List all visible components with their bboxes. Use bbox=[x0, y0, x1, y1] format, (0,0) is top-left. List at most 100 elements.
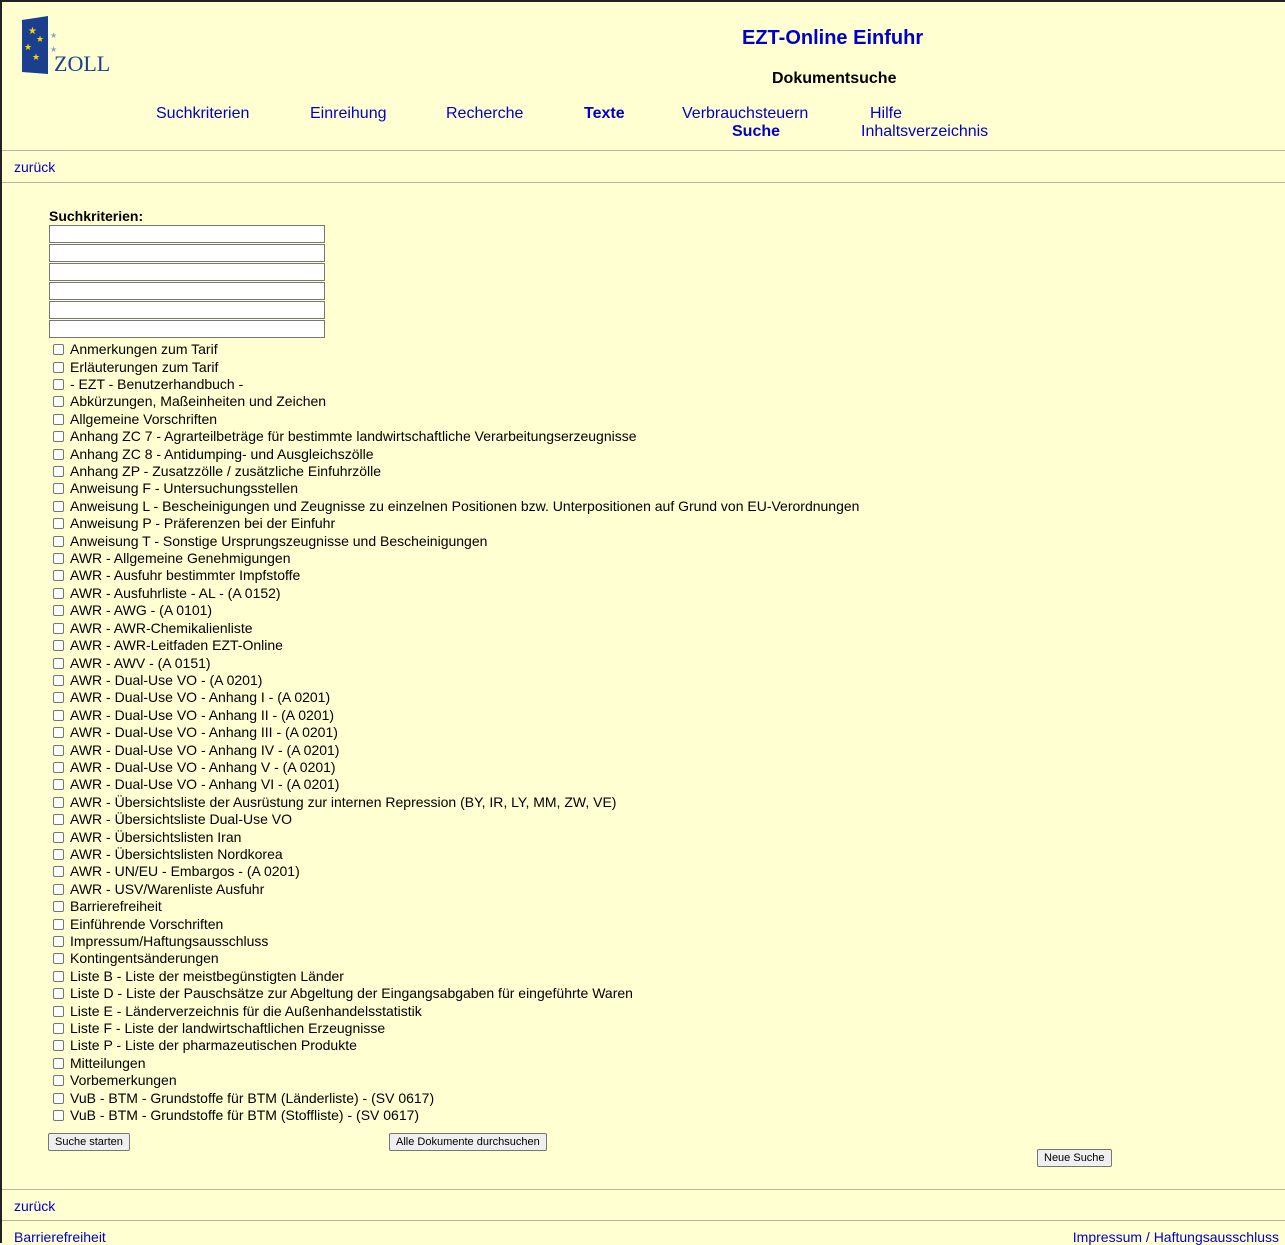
checkbox-row[interactable]: AWR - Dual-Use VO - Anhang II - (A 0201) bbox=[49, 707, 859, 724]
checkbox-row[interactable]: - EZT - Benutzerhandbuch - bbox=[49, 376, 859, 393]
search-input-4[interactable] bbox=[49, 282, 325, 300]
checkbox-row[interactable]: Liste B - Liste der meistbegünstigten Lä… bbox=[49, 968, 859, 985]
checkbox-row[interactable]: VuB - BTM - Grundstoffe für BTM (Länderl… bbox=[49, 1089, 859, 1106]
checkbox-row[interactable]: AWR - Dual-Use VO - Anhang III - (A 0201… bbox=[49, 724, 859, 741]
document-checkbox[interactable] bbox=[53, 709, 64, 721]
nav-suchkriterien[interactable]: Suchkriterien bbox=[156, 105, 249, 123]
document-checkbox[interactable] bbox=[53, 413, 64, 425]
checkbox-row[interactable]: Abkürzungen, Maßeinheiten und Zeichen bbox=[49, 393, 859, 410]
document-checkbox[interactable] bbox=[53, 396, 64, 408]
new-search-button[interactable]: Neue Suche bbox=[1037, 1149, 1112, 1167]
document-checkbox[interactable] bbox=[53, 483, 64, 495]
nav-inhaltsverzeichnis[interactable]: Inhaltsverzeichnis bbox=[861, 123, 988, 141]
document-checkbox[interactable] bbox=[53, 848, 64, 860]
document-checkbox[interactable] bbox=[53, 866, 64, 878]
nav-recherche[interactable]: Recherche bbox=[446, 105, 523, 123]
checkbox-row[interactable]: AWR - UN/EU - Embargos - (A 0201) bbox=[49, 863, 859, 880]
document-checkbox[interactable] bbox=[53, 936, 64, 948]
checkbox-row[interactable]: AWR - Dual-Use VO - Anhang V - (A 0201) bbox=[49, 759, 859, 776]
document-checkbox[interactable] bbox=[53, 448, 64, 460]
checkbox-row[interactable]: Anhang ZC 7 - Agrarteilbeträge für besti… bbox=[49, 428, 859, 445]
checkbox-row[interactable]: AWR - Übersichtsliste Dual-Use VO bbox=[49, 811, 859, 828]
document-checkbox[interactable] bbox=[53, 605, 64, 617]
document-checkbox[interactable] bbox=[53, 657, 64, 669]
document-checkbox[interactable] bbox=[53, 570, 64, 582]
document-checkbox[interactable] bbox=[53, 431, 64, 443]
document-checkbox[interactable] bbox=[53, 779, 64, 791]
checkbox-row[interactable]: AWR - AWR-Leitfaden EZT-Online bbox=[49, 637, 859, 654]
search-all-documents-button[interactable]: Alle Dokumente durchsuchen bbox=[389, 1133, 547, 1151]
document-checkbox[interactable] bbox=[53, 901, 64, 913]
search-input-2[interactable] bbox=[49, 244, 325, 262]
checkbox-row[interactable]: AWR - AWV - (A 0151) bbox=[49, 654, 859, 671]
checkbox-row[interactable]: Liste F - Liste der landwirtschaftlichen… bbox=[49, 1020, 859, 1037]
checkbox-row[interactable]: Liste D - Liste der Pauschsätze zur Abge… bbox=[49, 985, 859, 1002]
checkbox-row[interactable]: AWR - Dual-Use VO - Anhang I - (A 0201) bbox=[49, 689, 859, 706]
checkbox-row[interactable]: Mitteilungen bbox=[49, 1055, 859, 1072]
document-checkbox[interactable] bbox=[53, 814, 64, 826]
checkbox-row[interactable]: AWR - USV/Warenliste Ausfuhr bbox=[49, 881, 859, 898]
document-checkbox[interactable] bbox=[53, 918, 64, 930]
checkbox-row[interactable]: Impressum/Haftungsausschluss bbox=[49, 933, 859, 950]
document-checkbox[interactable] bbox=[53, 1075, 64, 1087]
checkbox-row[interactable]: AWR - Übersichtslisten Nordkorea bbox=[49, 846, 859, 863]
nav-suche[interactable]: Suche bbox=[732, 123, 808, 141]
nav-einreihung[interactable]: Einreihung bbox=[310, 105, 387, 123]
document-checkbox[interactable] bbox=[53, 744, 64, 756]
checkbox-row[interactable]: Anweisung T - Sonstige Ursprungszeugniss… bbox=[49, 532, 859, 549]
checkbox-row[interactable]: Anweisung L - Bescheinigungen und Zeugni… bbox=[49, 498, 859, 515]
checkbox-row[interactable]: Liste P - Liste der pharmazeutischen Pro… bbox=[49, 1037, 859, 1054]
document-checkbox[interactable] bbox=[53, 535, 64, 547]
checkbox-row[interactable]: AWR - Ausfuhrliste - AL - (A 0152) bbox=[49, 585, 859, 602]
checkbox-row[interactable]: AWR - Übersichtsliste der Ausrüstung zur… bbox=[49, 794, 859, 811]
document-checkbox[interactable] bbox=[53, 622, 64, 634]
checkbox-row[interactable]: AWR - Allgemeine Genehmigungen bbox=[49, 550, 859, 567]
checkbox-row[interactable]: Erläuterungen zum Tarif bbox=[49, 358, 859, 375]
checkbox-row[interactable]: AWR - Ausfuhr bestimmter Impfstoffe bbox=[49, 567, 859, 584]
start-search-button[interactable]: Suche starten bbox=[48, 1133, 130, 1151]
document-checkbox[interactable] bbox=[53, 883, 64, 895]
nav-verbrauchsteuern[interactable]: Verbrauchsteuern bbox=[682, 105, 808, 123]
document-checkbox[interactable] bbox=[53, 1023, 64, 1035]
search-input-1[interactable] bbox=[49, 225, 325, 243]
document-checkbox[interactable] bbox=[53, 953, 64, 965]
document-checkbox[interactable] bbox=[53, 500, 64, 512]
checkbox-row[interactable]: Anweisung F - Untersuchungsstellen bbox=[49, 480, 859, 497]
back-link-bottom[interactable]: zurück bbox=[14, 1198, 55, 1214]
document-checkbox[interactable] bbox=[53, 761, 64, 773]
search-input-5[interactable] bbox=[49, 301, 325, 319]
checkbox-row[interactable]: AWR - AWR-Chemikalienliste bbox=[49, 620, 859, 637]
checkbox-row[interactable]: AWR - Dual-Use VO - Anhang VI - (A 0201) bbox=[49, 776, 859, 793]
checkbox-row[interactable]: Kontingentsänderungen bbox=[49, 950, 859, 967]
checkbox-row[interactable]: AWR - Dual-Use VO - (A 0201) bbox=[49, 672, 859, 689]
checkbox-row[interactable]: Anhang ZP - Zusatzzölle / zusätzliche Ei… bbox=[49, 463, 859, 480]
document-checkbox[interactable] bbox=[53, 1040, 64, 1052]
document-checkbox[interactable] bbox=[53, 692, 64, 704]
checkbox-row[interactable]: Liste E - Länderverzeichnis für die Auße… bbox=[49, 1002, 859, 1019]
checkbox-row[interactable]: Barrierefreiheit bbox=[49, 898, 859, 915]
checkbox-row[interactable]: VuB - BTM - Grundstoffe für BTM (Stoffli… bbox=[49, 1107, 859, 1124]
document-checkbox[interactable] bbox=[53, 1110, 64, 1122]
checkbox-row[interactable]: Anmerkungen zum Tarif bbox=[49, 341, 859, 358]
back-link-top[interactable]: zurück bbox=[14, 159, 55, 175]
checkbox-row[interactable]: Einführende Vorschriften bbox=[49, 915, 859, 932]
document-checkbox[interactable] bbox=[53, 640, 64, 652]
document-checkbox[interactable] bbox=[53, 1092, 64, 1104]
nav-texte[interactable]: Texte bbox=[584, 105, 625, 123]
checkbox-row[interactable]: Anweisung P - Präferenzen bei der Einfuh… bbox=[49, 515, 859, 532]
checkbox-row[interactable]: Allgemeine Vorschriften bbox=[49, 411, 859, 428]
document-checkbox[interactable] bbox=[53, 553, 64, 565]
document-checkbox[interactable] bbox=[53, 587, 64, 599]
document-checkbox[interactable] bbox=[53, 970, 64, 982]
document-checkbox[interactable] bbox=[53, 379, 64, 391]
document-checkbox[interactable] bbox=[53, 796, 64, 808]
checkbox-row[interactable]: AWR - AWG - (A 0101) bbox=[49, 602, 859, 619]
checkbox-row[interactable]: AWR - Übersichtslisten Iran bbox=[49, 828, 859, 845]
document-checkbox[interactable] bbox=[53, 1005, 64, 1017]
checkbox-row[interactable]: AWR - Dual-Use VO - Anhang IV - (A 0201) bbox=[49, 741, 859, 758]
search-input-3[interactable] bbox=[49, 263, 325, 281]
document-checkbox[interactable] bbox=[53, 674, 64, 686]
checkbox-row[interactable]: Anhang ZC 8 - Antidumping- und Ausgleich… bbox=[49, 445, 859, 462]
zoll-logo[interactable]: ★ ★ ★ ★ ★ ★ ZOLL bbox=[20, 16, 116, 80]
nav-hilfe[interactable]: Hilfe bbox=[870, 105, 988, 123]
